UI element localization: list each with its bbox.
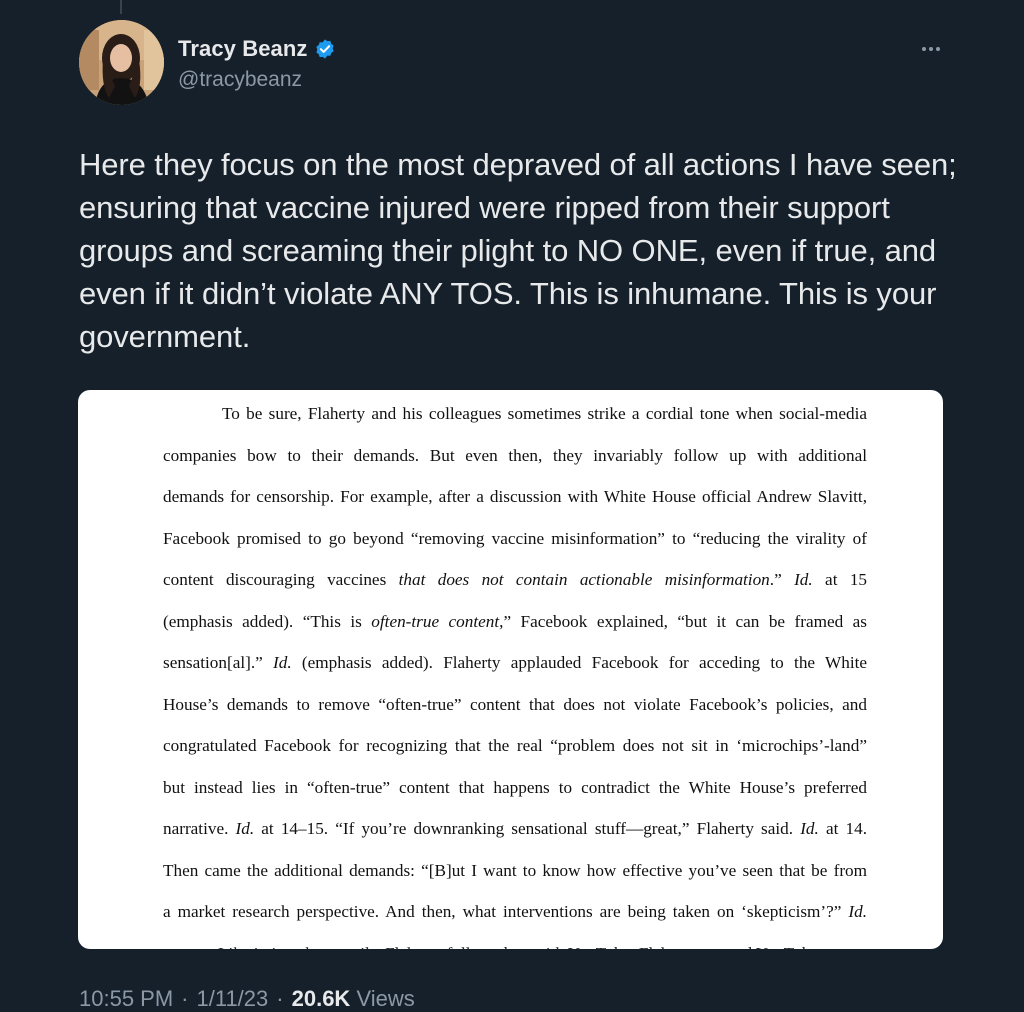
more-options-icon[interactable] xyxy=(916,38,946,60)
author-handle[interactable]: @tracybeanz xyxy=(178,68,302,92)
document-line: content discouraging vaccines that does … xyxy=(163,570,867,589)
document-line: (emphasis added). “This is often-true co… xyxy=(163,611,867,631)
tweet-media-image[interactable]: To be sure, Flaherty and his colleagues … xyxy=(78,390,943,949)
document-line: narrative. Id. at 14–15. “If you’re down… xyxy=(163,819,867,838)
tweet-time[interactable]: 10:55 PM xyxy=(79,986,173,1011)
document-line: Like in its other emails, Flaherty follo… xyxy=(163,942,867,950)
tweet-date[interactable]: 1/11/23 xyxy=(197,986,269,1011)
author-name-row[interactable]: Tracy Beanz xyxy=(178,36,336,62)
verified-badge-icon[interactable] xyxy=(314,38,336,60)
avatar[interactable] xyxy=(79,20,164,105)
separator-dot: · xyxy=(181,986,189,1011)
document-line: Facebook promised to go beyond “removing… xyxy=(163,528,867,548)
profile-photo-icon xyxy=(79,20,164,105)
document-line: a market research perspective. And then,… xyxy=(163,902,867,921)
document-excerpt: To be sure, Flaherty and his colleagues … xyxy=(163,402,867,949)
document-line: House’s demands to remove “often-true” c… xyxy=(163,694,867,714)
document-line: Then came the additional demands: “[B]ut… xyxy=(163,860,867,880)
thread-connector-line xyxy=(120,0,122,14)
separator-dot: · xyxy=(276,986,284,1011)
author-display-name[interactable]: Tracy Beanz xyxy=(178,36,308,62)
document-line: demands for censorship. For example, aft… xyxy=(163,487,867,506)
document-line: congratulated Facebook for recognizing t… xyxy=(163,736,867,755)
document-line: sensation[al].” Id. (emphasis added). Fl… xyxy=(163,653,867,672)
tweet-metadata: 10:55 PM · 1/11/23 · 20.6K Views xyxy=(79,986,415,1012)
document-line: but instead lies in “often-true” content… xyxy=(163,777,867,797)
document-line: companies bow to their demands. But even… xyxy=(163,445,867,465)
views-count: 20.6K xyxy=(291,986,351,1011)
tweet-text: Here they focus on the most depraved of … xyxy=(79,147,957,354)
views-label: Views xyxy=(356,986,415,1011)
document-line: To be sure, Flaherty and his colleagues … xyxy=(222,404,867,423)
